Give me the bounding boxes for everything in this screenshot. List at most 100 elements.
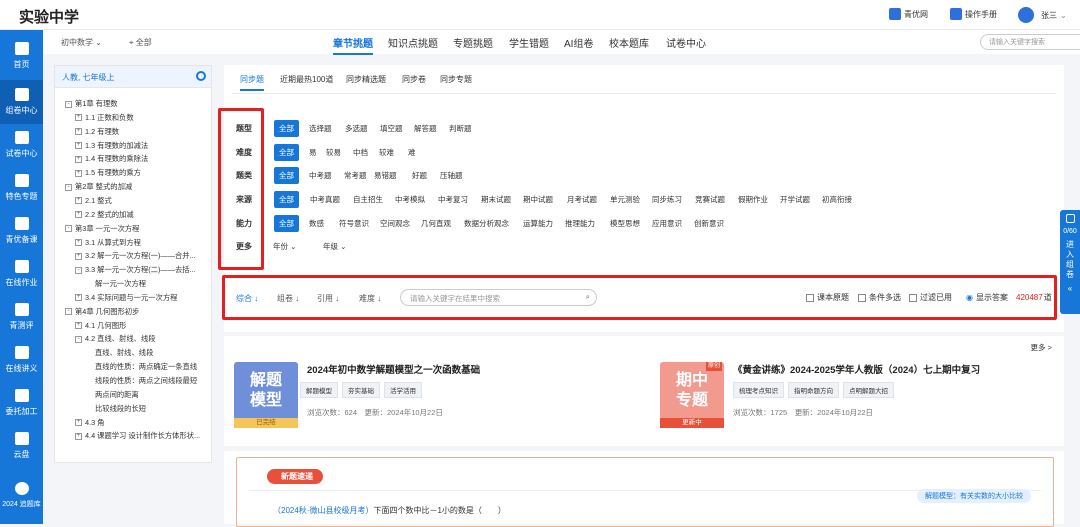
expand-icon[interactable]: +	[75, 419, 82, 427]
filter-option[interactable]: 应用意识	[652, 218, 682, 229]
tree-node[interactable]: +4.1 几何图形	[75, 321, 126, 331]
tab-wrong-questions[interactable]: 学生错题	[509, 35, 549, 50]
compose-float-button[interactable]: 0/60 进入组卷 «	[1060, 210, 1080, 314]
expand-icon[interactable]: +	[75, 252, 82, 260]
collapse-icon[interactable]: -	[65, 183, 72, 191]
filter-option[interactable]: 创新意识	[694, 218, 724, 229]
tree-node[interactable]: +2.2 整式的加减	[75, 210, 134, 220]
filter-option[interactable]: 推理能力	[565, 218, 595, 229]
question-source[interactable]: （2024秋·微山县校级月考）	[273, 506, 373, 515]
filter-option[interactable]: 全部	[274, 167, 299, 184]
filter-option[interactable]: 竞赛试题	[695, 194, 725, 205]
tree-node[interactable]: +1.2 有理数	[75, 127, 119, 137]
expand-icon[interactable]: +	[75, 432, 82, 440]
tab-knowledge[interactable]: 知识点挑题	[388, 35, 438, 50]
filter-option[interactable]: 较易	[326, 147, 341, 158]
filter-option[interactable]: 数感	[309, 218, 324, 229]
filter-option[interactable]: 符号意识	[339, 218, 369, 229]
gear-icon[interactable]	[196, 71, 206, 81]
filter-option[interactable]: 压轴题	[440, 170, 463, 181]
tree-header[interactable]: 人教, 七年级上	[55, 66, 211, 88]
filter-option[interactable]: 全部	[274, 144, 299, 161]
user-menu[interactable]: 张三 ⌄	[1018, 7, 1067, 23]
collapse-icon[interactable]: -	[65, 308, 72, 316]
filter-option[interactable]: 好题	[412, 170, 427, 181]
filter-option[interactable]: 同步练习	[652, 194, 682, 205]
filter-option[interactable]: 运算能力	[523, 218, 553, 229]
manual-link[interactable]: 操作手册	[950, 8, 997, 20]
tree-node[interactable]: -4.2 直线、射线、线段	[75, 334, 156, 344]
sidebar-item-tasks[interactable]: 委托加工	[0, 381, 43, 425]
tree-node[interactable]: 解一元一次方程	[95, 279, 146, 289]
filter-option[interactable]: 初高衔接	[822, 194, 852, 205]
tree-node[interactable]: +4.4 课题学习 设计制作长方体形状...	[75, 431, 200, 441]
filter-option[interactable]: 易错题	[374, 170, 397, 181]
tree-node[interactable]: +1.1 正数和负数	[75, 113, 134, 123]
filter-option[interactable]: 中考复习	[438, 194, 468, 205]
tree-node[interactable]: 线段的性质：两点之间线段最短	[95, 376, 197, 386]
filter-option[interactable]: 全部	[274, 215, 299, 232]
filter-option[interactable]: 几何直观	[421, 218, 451, 229]
filter-option[interactable]: 易	[309, 147, 317, 158]
collapse-icon[interactable]: -	[75, 335, 82, 343]
tab-school-bank[interactable]: 校本题库	[609, 35, 649, 50]
question-card[interactable]: 新题速递 解题模型：有关实数的大小比较 （2024秋·微山县校级月考）下面四个数…	[236, 457, 1054, 527]
filter-option[interactable]: 中档	[353, 147, 368, 158]
region-select[interactable]: ⌖ 全部	[129, 37, 152, 48]
filter-option[interactable]: 月考试题	[567, 194, 597, 205]
sidebar-item-assessment[interactable]: 青测评	[0, 295, 43, 339]
expand-icon[interactable]: +	[75, 211, 82, 219]
sidebar-item-notes[interactable]: 在线讲义	[0, 338, 43, 382]
subtab-papers[interactable]: 同步卷	[402, 74, 426, 85]
sidebar-item-home[interactable]: 首页	[0, 34, 43, 78]
subtab-hot[interactable]: 近期最热100道	[280, 74, 333, 85]
card-title[interactable]: 2024年初中数学解题模型之一次函数基础	[307, 362, 480, 376]
more-filter-select[interactable]: 年份 ⌄	[273, 241, 296, 252]
tree-node[interactable]: +1.5 有理数的乘方	[75, 168, 141, 178]
filter-option[interactable]: 单元测验	[610, 194, 640, 205]
filter-option[interactable]: 中考模拟	[395, 194, 425, 205]
topic-card[interactable]: 解题模型 已完结 2024年初中数学解题模型之一次函数基础 解题模型 夯实基础 …	[224, 356, 604, 434]
sidebar-item-cloud[interactable]: 云盘	[0, 424, 43, 468]
sidebar-item-topics[interactable]: 特色专题	[0, 166, 43, 210]
filter-option[interactable]: 数据分析观念	[464, 218, 509, 229]
filter-option[interactable]: 期末试题	[481, 194, 511, 205]
sidebar-item-lesson[interactable]: 青优备课	[0, 209, 43, 253]
filter-option[interactable]: 填空题	[380, 123, 403, 134]
search-input[interactable]: 请输入关键字搜索 ⌕	[980, 34, 1080, 50]
expand-icon[interactable]: +	[75, 114, 82, 122]
collapse-icon[interactable]: -	[75, 266, 82, 274]
filter-option[interactable]: 选择题	[309, 123, 332, 134]
expand-icon[interactable]: +	[75, 155, 82, 163]
model-tag[interactable]: 解题模型：有关实数的大小比较	[917, 489, 1031, 503]
filter-option[interactable]: 难	[408, 147, 416, 158]
filter-option[interactable]: 中考题	[309, 170, 332, 181]
subtab-topics[interactable]: 同步专题	[440, 74, 472, 85]
tree-node[interactable]: 直线的性质：两点确定一条直线	[95, 362, 197, 372]
filter-option[interactable]: 自主招生	[353, 194, 383, 205]
tree-node[interactable]: 比较线段的长短	[95, 404, 146, 414]
filter-option[interactable]: 解答题	[414, 123, 437, 134]
more-filter-select[interactable]: 年级 ⌄	[323, 241, 346, 252]
card-title[interactable]: 《黄金讲练》2024-2025学年人教版（2024）七上期中复习	[733, 362, 980, 376]
more-link[interactable]: 更多 >	[1031, 342, 1052, 353]
filter-option[interactable]: 模型思想	[610, 218, 640, 229]
tree-node[interactable]: +4.3 角	[75, 418, 104, 428]
filter-option[interactable]: 空间观念	[380, 218, 410, 229]
tree-node[interactable]: +2.1 整式	[75, 196, 112, 206]
expand-icon[interactable]: +	[75, 294, 82, 302]
filter-option[interactable]: 全部	[274, 120, 299, 137]
tree-node[interactable]: +3.1 从算式到方程	[75, 238, 141, 248]
sidebar-item-question-bank[interactable]: 2024 追题库	[0, 474, 43, 518]
subtab-sync[interactable]: 同步题	[240, 74, 264, 91]
collapse-icon[interactable]: -	[65, 225, 72, 233]
tree-chapter[interactable]: - 第4章 几何图形初步	[65, 307, 139, 317]
sidebar-item-compose[interactable]: 组卷中心	[0, 80, 43, 124]
tree-chapter[interactable]: - 第2章 整式的加减	[65, 182, 132, 192]
sidebar-item-papers[interactable]: 试卷中心	[0, 123, 43, 167]
sidebar-item-homework[interactable]: 在线作业	[0, 252, 43, 296]
filter-option[interactable]: 假期作业	[738, 194, 768, 205]
tree-chapter[interactable]: - 第1章 有理数	[65, 99, 118, 109]
expand-icon[interactable]: +	[75, 142, 82, 150]
filter-option[interactable]: 中考真题	[310, 194, 340, 205]
